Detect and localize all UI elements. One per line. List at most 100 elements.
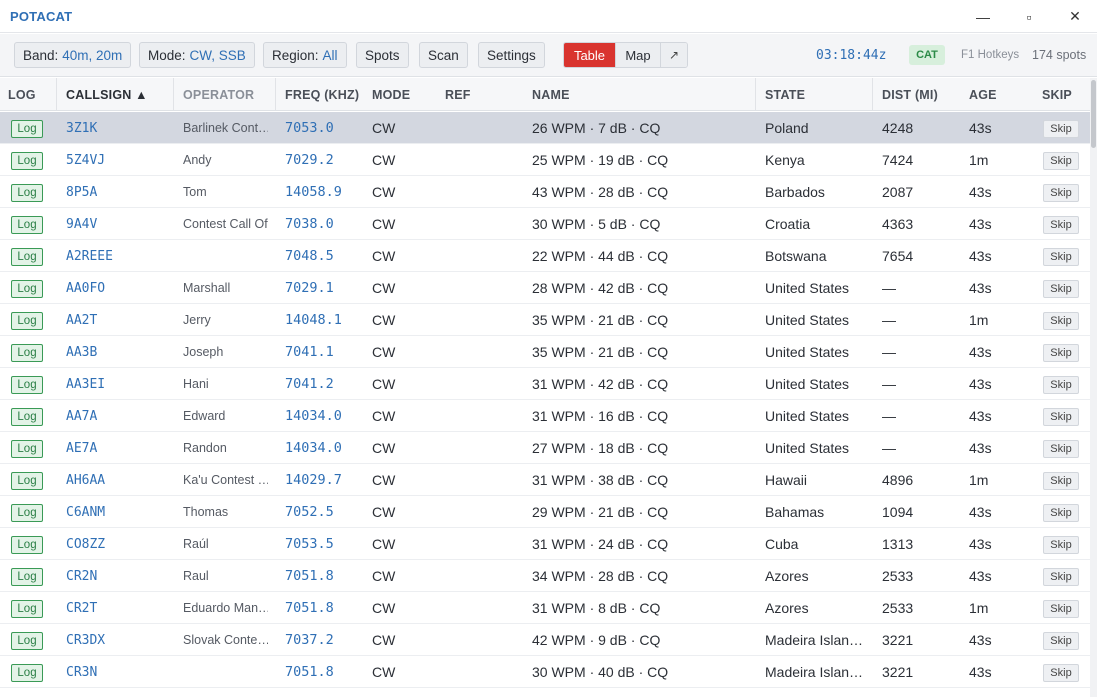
log-button[interactable]: Log [11,152,43,170]
log-button[interactable]: Log [11,600,43,618]
frequency-cell[interactable]: 7048.5 [285,240,365,272]
minimize-icon[interactable]: — [960,0,1006,33]
header-mode[interactable]: MODE [372,88,410,102]
vertical-scrollbar[interactable] [1090,78,1097,697]
skip-button[interactable]: Skip [1043,504,1079,522]
callsign-cell[interactable]: CO8ZZ [66,528,166,560]
skip-button[interactable]: Skip [1043,600,1079,618]
scan-button[interactable]: Scan [419,42,468,68]
skip-button[interactable]: Skip [1043,440,1079,458]
skip-button[interactable]: Skip [1043,664,1079,682]
table-row[interactable]: Log AH6AA Ka'u Contest … 14029.7 CW 31 WPM · … [0,464,1090,496]
band-filter-button[interactable]: Band: 40m, 20m [14,42,132,68]
callsign-cell[interactable]: 3Z1K [66,112,166,144]
header-name[interactable]: NAME [532,88,570,102]
table-view-button[interactable]: Table [564,43,615,67]
column-divider[interactable] [872,78,873,110]
skip-button[interactable]: Skip [1043,216,1079,234]
frequency-cell[interactable]: 14058.9 [285,176,365,208]
log-button[interactable]: Log [11,216,43,234]
header-skip[interactable]: SKIP [1042,88,1072,102]
skip-button[interactable]: Skip [1043,376,1079,394]
callsign-cell[interactable]: AE7A [66,432,166,464]
callsign-cell[interactable]: A2REEE [66,240,166,272]
callsign-cell[interactable]: 9A4V [66,208,166,240]
log-button[interactable]: Log [11,472,43,490]
callsign-cell[interactable]: AA2T [66,304,166,336]
header-callsign[interactable]: CALLSIGN ▲ [66,88,148,102]
log-button[interactable]: Log [11,504,43,522]
table-row[interactable]: Log AE7A Randon 14034.0 CW 27 WPM · 18 dB · C… [0,432,1090,464]
header-log[interactable]: LOG [8,88,36,102]
table-row[interactable]: Log CR3N 7051.8 CW 30 WPM · 40 dB · CQ Madeir… [0,656,1090,688]
frequency-cell[interactable]: 7053.5 [285,528,365,560]
log-button[interactable]: Log [11,408,43,426]
table-row[interactable]: Log A2REEE 7048.5 CW 22 WPM · 44 dB · CQ Bots… [0,240,1090,272]
log-button[interactable]: Log [11,440,43,458]
table-row[interactable]: Log 8P5A Tom 14058.9 CW 43 WPM · 28 dB · CQ Ba… [0,176,1090,208]
callsign-cell[interactable]: AA3B [66,336,166,368]
header-ref[interactable]: REF [445,88,471,102]
table-row[interactable]: Log AA3B Joseph 7041.1 CW 35 WPM · 21 dB · CQ… [0,336,1090,368]
callsign-cell[interactable]: AA7A [66,400,166,432]
header-operator[interactable]: OPERATOR [183,88,254,102]
frequency-cell[interactable]: 7029.1 [285,272,365,304]
region-filter-button[interactable]: Region: All [263,42,347,68]
frequency-cell[interactable]: 7037.2 [285,624,365,656]
skip-button[interactable]: Skip [1043,632,1079,650]
table-row[interactable]: Log AA0FO Marshall 7029.1 CW 28 WPM · 42 dB ·… [0,272,1090,304]
callsign-cell[interactable]: CR3N [66,656,166,688]
log-button[interactable]: Log [11,664,43,682]
frequency-cell[interactable]: 14029.7 [285,464,365,496]
frequency-cell[interactable]: 14048.1 [285,304,365,336]
frequency-cell[interactable]: 7053.0 [285,112,365,144]
frequency-cell[interactable]: 7041.1 [285,336,365,368]
header-state[interactable]: STATE [765,88,805,102]
log-button[interactable]: Log [11,568,43,586]
callsign-cell[interactable]: AH6AA [66,464,166,496]
skip-button[interactable]: Skip [1043,344,1079,362]
table-row[interactable]: Log AA2T Jerry 14048.1 CW 35 WPM · 21 dB · CQ… [0,304,1090,336]
settings-button[interactable]: Settings [478,42,545,68]
frequency-cell[interactable]: 7051.8 [285,560,365,592]
table-row[interactable]: Log C6ANM Thomas 7052.5 CW 29 WPM · 21 dB · C… [0,496,1090,528]
header-dist[interactable]: DIST (MI) [882,88,938,102]
spots-button[interactable]: Spots [356,42,409,68]
hotkeys-hint[interactable]: F1 Hotkeys [961,49,1019,61]
table-row[interactable]: Log 5Z4VJ Andy 7029.2 CW 25 WPM · 19 dB · CQ K… [0,144,1090,176]
map-view-button[interactable]: Map [615,43,660,67]
callsign-cell[interactable]: 5Z4VJ [66,144,166,176]
log-button[interactable]: Log [11,376,43,394]
mode-filter-button[interactable]: Mode: CW, SSB [139,42,255,68]
callsign-cell[interactable]: CR2N [66,560,166,592]
table-row[interactable]: Log 3Z1K Barlinek Cont… 7053.0 CW 26 WPM · 7 … [0,112,1090,144]
callsign-cell[interactable]: C6ANM [66,496,166,528]
table-row[interactable]: Log CR3DX Slovak Conte… 7037.2 CW 42 WPM · 9 … [0,624,1090,656]
skip-button[interactable]: Skip [1043,248,1079,266]
table-row[interactable]: Log 9A4V Contest Call Of 7038.0 CW 30 WPM · 5… [0,208,1090,240]
frequency-cell[interactable]: 7052.5 [285,496,365,528]
log-button[interactable]: Log [11,632,43,650]
header-freq[interactable]: FREQ (KHZ) [285,88,359,102]
column-divider[interactable] [275,78,276,110]
callsign-cell[interactable]: AA3EI [66,368,166,400]
header-age[interactable]: AGE [969,88,997,102]
table-row[interactable]: Log CR2N Raul 7051.8 CW 34 WPM · 28 dB · CQ Az… [0,560,1090,592]
popout-icon[interactable]: ↗ [660,43,687,67]
frequency-cell[interactable]: 7051.8 [285,656,365,688]
frequency-cell[interactable]: 7029.2 [285,144,365,176]
log-button[interactable]: Log [11,312,43,330]
frequency-cell[interactable]: 7051.8 [285,592,365,624]
frequency-cell[interactable]: 14034.0 [285,432,365,464]
column-divider[interactable] [56,78,57,110]
table-row[interactable]: Log AA7A Edward 14034.0 CW 31 WPM · 16 dB · C… [0,400,1090,432]
skip-button[interactable]: Skip [1043,408,1079,426]
callsign-cell[interactable]: AA0FO [66,272,166,304]
column-divider[interactable] [755,78,756,110]
log-button[interactable]: Log [11,120,43,138]
log-button[interactable]: Log [11,344,43,362]
table-row[interactable]: Log CO8ZZ Raúl 7053.5 CW 31 WPM · 24 dB · CQ C… [0,528,1090,560]
table-row[interactable]: Log CR2T Eduardo Man… 7051.8 CW 31 WPM · 8 dB… [0,592,1090,624]
close-icon[interactable]: ✕ [1052,0,1097,33]
table-row[interactable]: Log AA3EI Hani 7041.2 CW 31 WPM · 42 dB · CQ U… [0,368,1090,400]
